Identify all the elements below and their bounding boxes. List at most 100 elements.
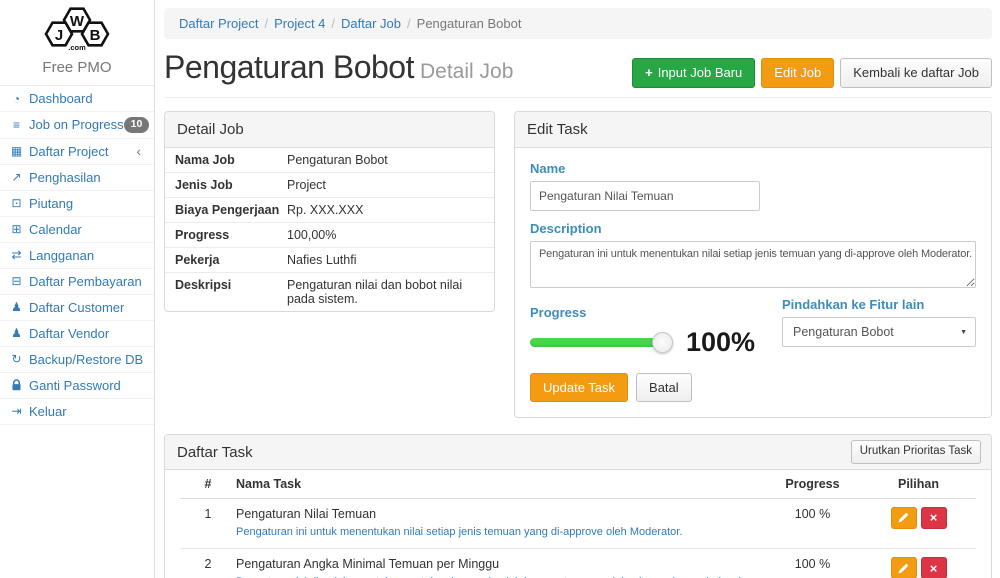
detail-job-panel: Detail Job Nama Job Pengaturan Bobot Jen… <box>164 111 495 312</box>
sidebar-item-label: Daftar Pembayaran <box>29 274 142 289</box>
header-buttons: +Input Job Baru Edit Job Kembali ke daft… <box>632 58 992 88</box>
select-caret-icon: ▼ <box>960 329 967 336</box>
users-icon: ♟ <box>8 300 25 314</box>
task-row: 2 Pengaturan Angka Minimal Temuan per Mi… <box>180 549 976 578</box>
refresh-icon: ↻ <box>8 352 25 366</box>
move-feature-select[interactable]: Pengaturan Bobot ▼ <box>782 317 976 347</box>
sidebar-item-daftar-vendor[interactable]: ♟ Daftar Vendor <box>0 321 154 347</box>
sidebar-item-job-on-progress[interactable]: ≡ Job on Progress 10 <box>0 112 154 139</box>
sidebar-item-langganan[interactable]: ⇄ Langganan <box>0 243 154 269</box>
sidebar-item-ganti-password[interactable]: Ganti Password <box>0 373 154 399</box>
col-header-progress: Progress <box>764 477 861 491</box>
breadcrumb-separator: / <box>264 16 268 31</box>
task-table: # Nama Task Progress Pilihan 1 Pengatura… <box>180 470 976 578</box>
main-content: Daftar Project / Project 4 / Daftar Job / Peng… <box>156 0 1000 578</box>
breadcrumb-link-project-4[interactable]: Project 4 <box>274 16 325 31</box>
retweet-icon: ⇄ <box>8 248 25 262</box>
breadcrumb-link-daftar-project[interactable]: Daftar Project <box>179 16 258 31</box>
brand: W J B .com Free PMO <box>0 0 154 76</box>
breadcrumb: Daftar Project / Project 4 / Daftar Job / Peng… <box>164 8 992 39</box>
kembali-ke-daftar-job-button[interactable]: Kembali ke daftar Job <box>840 58 992 88</box>
input-job-baru-button[interactable]: +Input Job Baru <box>632 58 755 88</box>
sidebar-item-label: Backup/Restore DB <box>29 352 143 367</box>
detail-job-panel-title: Detail Job <box>165 112 494 148</box>
task-name-input[interactable] <box>530 181 760 211</box>
pencil-icon <box>898 563 909 574</box>
line-chart-icon: ↗ <box>8 170 25 184</box>
delete-task-row-button[interactable]: × <box>921 557 947 578</box>
pencil-icon <box>898 512 909 523</box>
task-description: Pengaturan ini diperlukan untuk menetuka… <box>236 574 764 578</box>
sidebar-item-penghasilan[interactable]: ↗ Penghasilan <box>0 165 154 191</box>
delete-task-row-button[interactable]: × <box>921 507 947 529</box>
move-feature-selected-value: Pengaturan Bobot <box>793 325 894 339</box>
page-subtitle: Detail Job <box>420 60 513 83</box>
task-name: Pengaturan Angka Minimal Temuan per Ming… <box>236 557 764 571</box>
col-header-nama-task: Nama Task <box>236 477 764 491</box>
sidebar-item-label: Langganan <box>29 248 94 263</box>
name-label: Name <box>530 161 976 176</box>
sidebar-item-daftar-project[interactable]: ▦ Daftar Project ‹ <box>0 139 154 165</box>
sidebar-item-label: Calendar <box>29 222 82 237</box>
sidebar-item-backup-restore-db[interactable]: ↻ Backup/Restore DB <box>0 347 154 373</box>
task-progress: 100 % <box>764 507 861 521</box>
money-icon: ⊡ <box>8 196 25 210</box>
job-list-icon: ≡ <box>8 118 25 132</box>
detail-job-table: Nama Job Pengaturan Bobot Jenis Job Proj… <box>165 148 494 311</box>
users-icon: ♟ <box>8 326 25 340</box>
calendar-icon: ⊞ <box>8 222 25 236</box>
brand-name: Free PMO <box>0 59 154 76</box>
progress-slider-handle[interactable] <box>652 332 673 353</box>
sidebar-item-label: Dashboard <box>29 91 93 106</box>
edit-task-row-button[interactable] <box>891 557 917 578</box>
edit-task-row-button[interactable] <box>891 507 917 529</box>
task-number: 2 <box>180 557 236 571</box>
sidebar-item-daftar-customer[interactable]: ♟ Daftar Customer <box>0 295 154 321</box>
task-progress: 100 % <box>764 557 861 571</box>
delete-icon: × <box>930 562 938 575</box>
detail-row: Biaya Pengerjaan Rp. XXX.XXX <box>165 198 494 223</box>
edit-job-button[interactable]: Edit Job <box>761 58 834 88</box>
plus-icon: + <box>645 65 653 81</box>
batal-button[interactable]: Batal <box>636 373 692 403</box>
sidebar-item-dashboard[interactable]: ◔ Dashboard <box>0 86 154 112</box>
sidebar-item-label: Daftar Customer <box>29 300 124 315</box>
detail-row: Nama Job Pengaturan Bobot <box>165 148 494 173</box>
task-name: Pengaturan Nilai Temuan <box>236 507 764 521</box>
sidebar: W J B .com Free PMO ◔ Dashboard ≡ Job on… <box>0 0 155 578</box>
svg-text:.com: .com <box>68 43 86 52</box>
table-icon: ▦ <box>8 144 25 158</box>
chevron-left-icon: ‹ <box>136 144 141 158</box>
task-number: 1 <box>180 507 236 521</box>
breadcrumb-separator: / <box>407 16 411 31</box>
breadcrumb-link-daftar-job[interactable]: Daftar Job <box>341 16 401 31</box>
description-label: Description <box>530 221 976 236</box>
col-header-number: # <box>180 477 236 491</box>
sidebar-item-daftar-pembayaran[interactable]: ⊟ Daftar Pembayaran <box>0 269 154 295</box>
progress-slider-fill <box>530 338 662 347</box>
detail-row: Deskripsi Pengaturan nilai dan bobot nil… <box>165 273 494 311</box>
col-header-pilihan: Pilihan <box>861 477 976 491</box>
svg-text:B: B <box>90 27 101 44</box>
detail-row: Pekerja Nafies Luthfi <box>165 248 494 273</box>
move-feature-label: Pindahkan ke Fitur lain <box>782 297 976 312</box>
breadcrumb-current: Pengaturan Bobot <box>417 16 522 31</box>
detail-row: Jenis Job Project <box>165 173 494 198</box>
sign-out-icon: ⇥ <box>8 404 25 418</box>
sidebar-item-label: Piutang <box>29 196 73 211</box>
daftar-task-panel: Daftar Task Urutkan Prioritas Task # Nam… <box>164 434 992 578</box>
progress-slider[interactable] <box>530 338 662 347</box>
sidebar-item-calendar[interactable]: ⊞ Calendar <box>0 217 154 243</box>
update-task-button[interactable]: Update Task <box>530 373 628 403</box>
money-icon: ⊟ <box>8 274 25 288</box>
sidebar-item-piutang[interactable]: ⊡ Piutang <box>0 191 154 217</box>
task-description-textarea[interactable]: Pengaturan ini untuk menentukan nilai se… <box>530 241 976 288</box>
svg-text:J: J <box>55 27 63 44</box>
svg-text:W: W <box>70 13 85 30</box>
daftar-task-panel-title: Daftar Task <box>177 444 253 461</box>
urutkan-prioritas-task-button-top[interactable]: Urutkan Prioritas Task <box>851 440 981 464</box>
sidebar-item-label: Ganti Password <box>29 378 121 393</box>
sidebar-item-keluar[interactable]: ⇥ Keluar <box>0 399 154 425</box>
dashboard-icon: ◔ <box>8 92 25 106</box>
breadcrumb-separator: / <box>331 16 335 31</box>
